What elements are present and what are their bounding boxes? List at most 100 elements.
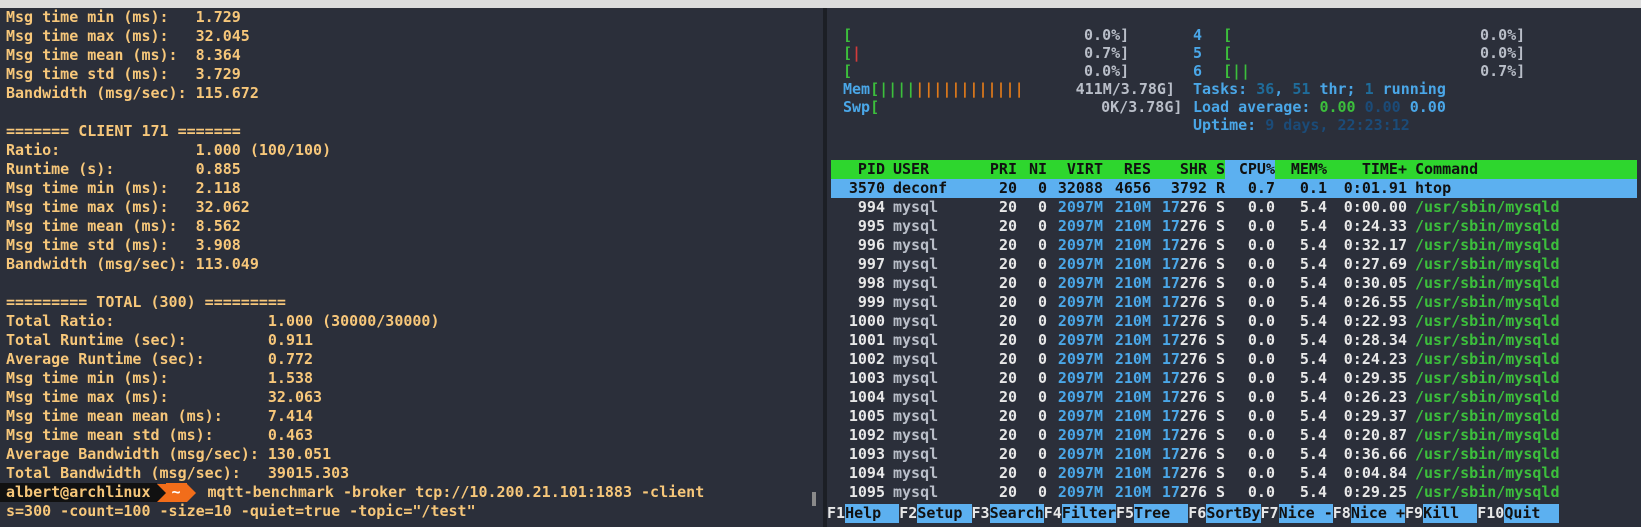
prompt-command-continued[interactable]: s=300 -count=100 -size=10 -quiet=true -t… [0, 502, 823, 521]
cell-mem: 5.4 [1299, 407, 1327, 425]
fkey-f2[interactable]: F2 [899, 504, 918, 523]
prompt-command[interactable]: mqtt-benchmark -broker tcp://10.200.21.1… [196, 483, 705, 502]
fkey-label-f2[interactable]: Setup [917, 504, 972, 523]
cell-time: 0:29.25 [1343, 483, 1407, 501]
cell-shr: 17276 [1161, 274, 1207, 292]
fkey-label-f6[interactable]: SortBy [1206, 504, 1261, 523]
fkey-f3[interactable]: F3 [971, 504, 990, 523]
cell-s: S [1215, 464, 1225, 482]
cell-mem: 5.4 [1299, 388, 1327, 406]
cell-user: mysql [893, 445, 939, 463]
process-row[interactable]: 1001 mysql 20 0 2097M 210M 17276 S 0.0 5.4 0:28.34… [831, 331, 1637, 350]
cell-ni: 0 [1037, 464, 1047, 482]
fkey-label-f4[interactable]: Filter [1061, 504, 1116, 523]
terminal-line: Average Runtime (sec): 0.772 [6, 350, 314, 368]
cell-cmd: /usr/sbin/mysqld [1415, 236, 1560, 254]
process-row[interactable]: 1094 mysql 20 0 2097M 210M 17276 S 0.0 5.4 0:04.84… [831, 464, 1637, 483]
process-row[interactable]: 1093 mysql 20 0 2097M 210M 17276 S 0.0 5.4 0:36.66… [831, 445, 1637, 464]
process-row[interactable]: 995 mysql 20 0 2097M 210M 17276 S 0.0 5.4 0:24.33 /… [831, 217, 1637, 236]
cell-cpu: 0.0 [1247, 293, 1275, 311]
process-row[interactable]: 998 mysql 20 0 2097M 210M 17276 S 0.0 5.4 0:30.05 /… [831, 274, 1637, 293]
fkey-label-f5[interactable]: Tree [1134, 504, 1189, 523]
fkey-label-f9[interactable]: Kill [1423, 504, 1478, 523]
column-header-cpu-pct[interactable]: CPU% [1225, 160, 1275, 179]
cell-res: 210M [1114, 331, 1151, 349]
cell-pri: 20 [998, 293, 1017, 311]
column-header-command[interactable]: Command [1407, 160, 1585, 179]
cell-cpu: 0.0 [1247, 369, 1275, 387]
process-row-selected[interactable]: 3570 deconf 20 0 32088 4656 3792 R 0.7 0.1 0:01.91… [831, 179, 1637, 198]
cell-mem: 5.4 [1299, 217, 1327, 235]
process-table[interactable]: PID USER PRI NI VIRT RES SHR S CPU% MEM% TIME+ Comm… [831, 160, 1637, 502]
process-row[interactable]: 1095 mysql 20 0 2097M 210M 17276 S 0.0 5.4 0:29.25… [831, 483, 1637, 502]
process-row[interactable]: 997 mysql 20 0 2097M 210M 17276 S 0.0 5.4 0:27.69 /… [831, 255, 1637, 274]
fkey-f9[interactable]: F9 [1405, 504, 1424, 523]
column-header-pri[interactable]: PRI [987, 160, 1017, 179]
cell-res: 210M [1114, 426, 1151, 444]
terminal-pane-left[interactable]: Msg time min (ms): 1.729 Msg time max (ms… [0, 8, 823, 527]
column-header-mem-pct[interactable]: MEM% [1275, 160, 1327, 179]
cell-virt: 2097M [1057, 255, 1103, 273]
process-row[interactable]: 1002 mysql 20 0 2097M 210M 17276 S 0.0 5.4 0:24.23… [831, 350, 1637, 369]
process-row[interactable]: 1092 mysql 20 0 2097M 210M 17276 S 0.0 5.4 0:20.87… [831, 426, 1637, 445]
process-row[interactable]: 999 mysql 20 0 2097M 210M 17276 S 0.0 5.4 0:26.55 /… [831, 293, 1637, 312]
cell-res: 210M [1114, 217, 1151, 235]
cell-shr: 17276 [1161, 255, 1207, 273]
process-row[interactable]: 1003 mysql 20 0 2097M 210M 17276 S 0.0 5.4 0:29.35… [831, 369, 1637, 388]
prompt-user-host: albert@archlinux [0, 483, 157, 502]
fkey-f1[interactable]: F1 [827, 504, 846, 523]
cell-s: S [1215, 331, 1225, 349]
shell-prompt[interactable]: albert@archlinux ~ mqtt-benchmark -broke… [0, 483, 823, 502]
cell-time: 0:26.55 [1343, 293, 1407, 311]
process-row[interactable]: 994 mysql 20 0 2097M 210M 17276 S 0.0 5.4 0:00.00 /… [831, 198, 1637, 217]
process-row[interactable]: 996 mysql 20 0 2097M 210M 17276 S 0.0 5.4 0:32.17 /… [831, 236, 1637, 255]
cell-cmd: /usr/sbin/mysqld [1415, 198, 1560, 216]
cell-user: mysql [893, 198, 939, 216]
fkey-label-f8[interactable]: Nice + [1350, 504, 1405, 523]
column-header-s[interactable]: S [1207, 160, 1225, 179]
column-header-shr[interactable]: SHR [1151, 160, 1207, 179]
cell-user: mysql [893, 426, 939, 444]
cell-mem: 5.4 [1299, 426, 1327, 444]
process-row[interactable]: 1004 mysql 20 0 2097M 210M 17276 S 0.0 5.4 0:26.23… [831, 388, 1637, 407]
fkey-f7[interactable]: F7 [1260, 504, 1279, 523]
process-row[interactable]: 1005 mysql 20 0 2097M 210M 17276 S 0.0 5.4 0:29.37… [831, 407, 1637, 426]
fkey-f8[interactable]: F8 [1332, 504, 1351, 523]
column-header-time-plus[interactable]: TIME+ [1327, 160, 1407, 179]
fkey-f5[interactable]: F5 [1116, 504, 1135, 523]
cell-res: 210M [1114, 236, 1151, 254]
cell-pid: 997 [857, 255, 885, 273]
cell-res: 210M [1114, 198, 1151, 216]
process-table-header[interactable]: PID USER PRI NI VIRT RES SHR S CPU% MEM% TIME+ Comm… [831, 160, 1637, 179]
fkey-f4[interactable]: F4 [1043, 504, 1062, 523]
htop-pane[interactable]: 1[0.0%] 2[|0.7%] 3[0.0%] 4[0.0%] 5[0.0%]… [827, 8, 1641, 527]
cell-mem: 5.4 [1299, 445, 1327, 463]
cell-user: mysql [893, 369, 939, 387]
cell-cpu: 0.0 [1247, 426, 1275, 444]
column-header-user[interactable]: USER [885, 160, 987, 179]
cell-pid: 1093 [848, 445, 885, 463]
prompt-separator-icon [156, 483, 166, 502]
fkey-f10[interactable]: F10 [1477, 504, 1505, 523]
process-row[interactable]: 1000 mysql 20 0 2097M 210M 17276 S 0.0 5.4 0:22.93… [831, 312, 1637, 331]
column-header-virt[interactable]: VIRT [1047, 160, 1103, 179]
fkey-label-f7[interactable]: Nice - [1278, 504, 1333, 523]
column-header-pid[interactable]: PID [831, 160, 885, 179]
fkey-label-f10[interactable]: Quit [1504, 504, 1559, 523]
cell-cmd: /usr/sbin/mysqld [1415, 445, 1560, 463]
cell-pid: 996 [857, 236, 885, 254]
fkey-label-f1[interactable]: Help [845, 504, 900, 523]
terminal-line: Msg time min (ms): 1.538 [6, 369, 314, 387]
terminal-line: Msg time min (ms): 2.118 [6, 179, 241, 197]
fkey-f6[interactable]: F6 [1188, 504, 1207, 523]
column-header-ni[interactable]: NI [1017, 160, 1047, 179]
column-header-res[interactable]: RES [1103, 160, 1151, 179]
fkey-label-f3[interactable]: Search [989, 504, 1044, 523]
scrollbar-handle[interactable] [812, 492, 816, 506]
cell-cmd: /usr/sbin/mysqld [1415, 388, 1560, 406]
cell-shr: 17276 [1161, 445, 1207, 463]
cell-shr: 17276 [1161, 407, 1207, 425]
cell-s: S [1215, 236, 1225, 254]
cell-s: S [1215, 483, 1225, 501]
